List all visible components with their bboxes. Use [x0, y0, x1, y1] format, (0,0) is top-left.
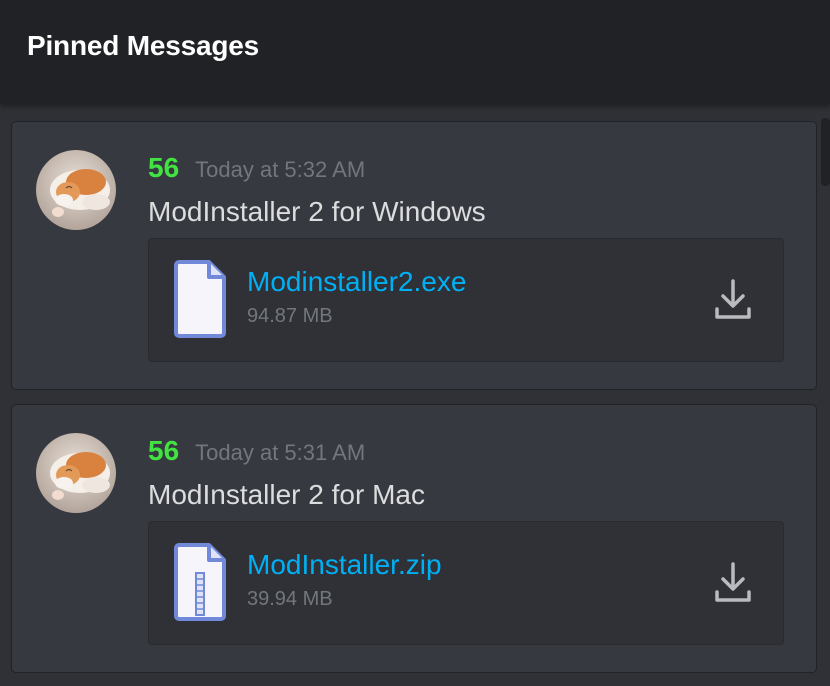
attachment-filesize: 39.94 MB: [247, 588, 333, 610]
message-timestamp: Today at 5:31 AM: [195, 440, 366, 465]
pinned-message-card[interactable]: 56 Today at 5:32 AM ModInstaller 2 for Wi…: [11, 121, 817, 390]
file-attachment: ModInstaller.zip 39.94 MB: [148, 521, 784, 645]
cat-avatar-icon: [36, 150, 116, 230]
message-content: ModInstaller 2 for Windows: [148, 196, 486, 227]
attachment-filesize: 94.87 MB: [247, 305, 333, 327]
cat-avatar-icon: [36, 433, 116, 513]
download-icon[interactable]: [713, 560, 753, 606]
document-file-icon: [174, 260, 226, 338]
user-avatar[interactable]: [36, 150, 116, 230]
attachment-filename-link[interactable]: ModInstaller.zip: [247, 549, 442, 581]
pinned-message-card[interactable]: 56 Today at 5:31 AM ModInstaller 2 for Ma…: [11, 404, 817, 673]
file-attachment: Modinstaller2.exe 94.87 MB: [148, 238, 784, 362]
user-avatar[interactable]: [36, 433, 116, 513]
message-content: ModInstaller 2 for Mac: [148, 479, 425, 510]
message-author[interactable]: 56: [148, 152, 179, 183]
pinned-messages-popout: Pinned Messages 56 Today at 5:32 AM ModI…: [0, 0, 830, 686]
message-header: 56 Today at 5:31 AM: [148, 435, 365, 467]
pinned-messages-scroller[interactable]: 56 Today at 5:32 AM ModInstaller 2 for Wi…: [0, 104, 830, 686]
archive-file-icon: [174, 543, 226, 621]
attachment-filename-link[interactable]: Modinstaller2.exe: [247, 266, 466, 298]
download-icon[interactable]: [713, 277, 753, 323]
scrollbar-thumb[interactable]: [821, 118, 830, 186]
popout-title: Pinned Messages: [27, 30, 259, 61]
message-header: 56 Today at 5:32 AM: [148, 152, 365, 184]
popout-header: Pinned Messages: [0, 0, 830, 104]
message-author[interactable]: 56: [148, 435, 179, 466]
message-timestamp: Today at 5:32 AM: [195, 157, 366, 182]
